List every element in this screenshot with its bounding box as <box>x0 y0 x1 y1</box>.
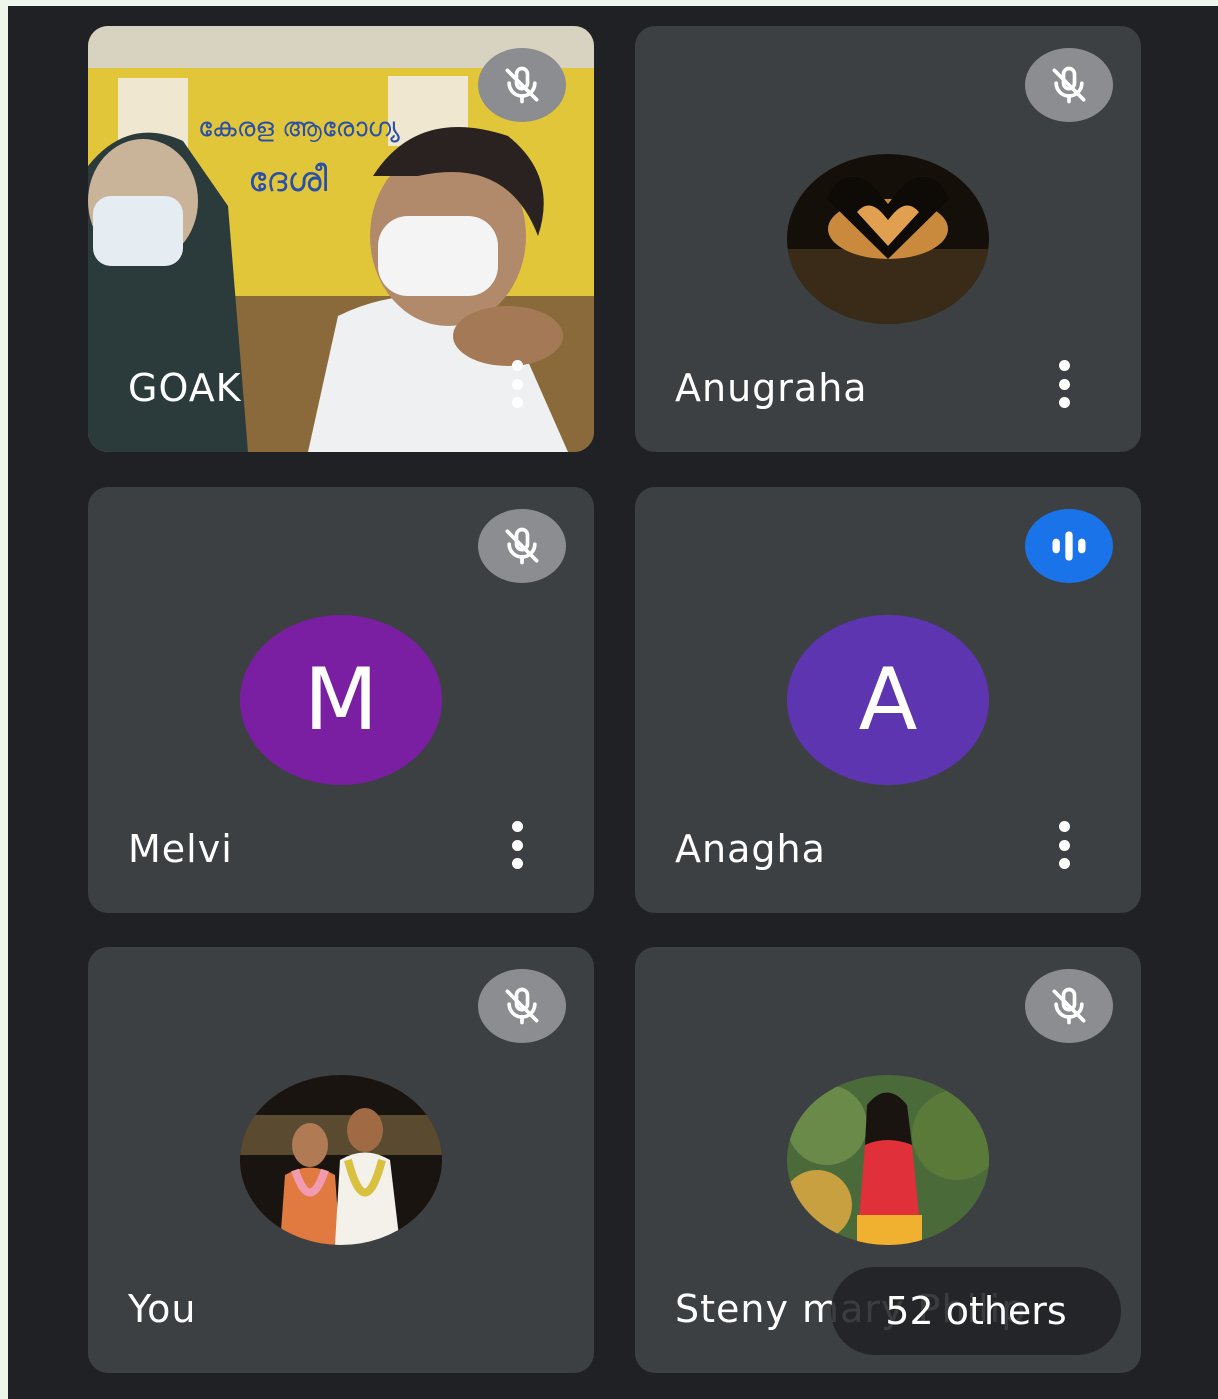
audio-level-icon <box>1052 531 1086 561</box>
mic-off-icon <box>505 66 539 104</box>
more-vert-icon <box>1058 360 1070 371</box>
participant-tile-anugraha[interactable]: Anugraha <box>635 26 1141 452</box>
participant-name: Melvi <box>128 827 233 871</box>
avatar <box>787 1075 989 1245</box>
mic-muted-indicator <box>1025 48 1113 122</box>
more-vert-icon <box>1058 821 1070 832</box>
more-vert-icon <box>511 821 523 832</box>
avatar <box>240 1075 442 1245</box>
svg-text:ദേശീ: ദേശീ <box>248 160 328 200</box>
more-options-button[interactable] <box>510 821 524 869</box>
mic-off-icon <box>505 527 539 565</box>
svg-text:കേരള ആരോഗ്യ: കേരള ആരോഗ്യ <box>198 113 400 143</box>
more-options-button[interactable] <box>1057 360 1071 408</box>
speaking-indicator <box>1025 509 1113 583</box>
others-count-button[interactable]: 52 others <box>831 1267 1121 1355</box>
mic-off-icon <box>505 987 539 1025</box>
avatar-initial: M <box>240 615 442 785</box>
participant-name: GOAK <box>128 366 242 410</box>
meeting-grid: ദേശീ കേരള ആരോഗ്യ GOAK Anugraha M Melvi A… <box>8 6 1218 1399</box>
avatar-initial: A <box>787 615 989 785</box>
participant-name: Anagha <box>675 827 826 871</box>
mic-muted-indicator <box>478 509 566 583</box>
mic-off-icon <box>1052 987 1086 1025</box>
participant-tile-anagha[interactable]: A Anagha <box>635 487 1141 913</box>
mic-muted-indicator <box>478 48 566 122</box>
participant-tile-goak[interactable]: ദേശീ കേരള ആരോഗ്യ GOAK <box>88 26 594 452</box>
participant-name: You <box>128 1287 197 1331</box>
avatar-photo <box>787 1075 989 1245</box>
more-vert-icon <box>511 360 523 371</box>
avatar-photo <box>787 154 989 324</box>
mic-muted-indicator <box>478 969 566 1043</box>
avatar <box>787 154 989 324</box>
participant-name: Anugraha <box>675 366 868 410</box>
participant-tile-you[interactable]: You <box>88 947 594 1373</box>
mic-muted-indicator <box>1025 969 1113 1043</box>
avatar-photo <box>240 1075 442 1245</box>
more-options-button[interactable] <box>510 360 524 408</box>
mic-off-icon <box>1052 66 1086 104</box>
participant-tile-melvi[interactable]: M Melvi <box>88 487 594 913</box>
participant-tile-steny[interactable]: Steny mary Philip 52 others <box>635 947 1141 1373</box>
more-options-button[interactable] <box>1057 821 1071 869</box>
